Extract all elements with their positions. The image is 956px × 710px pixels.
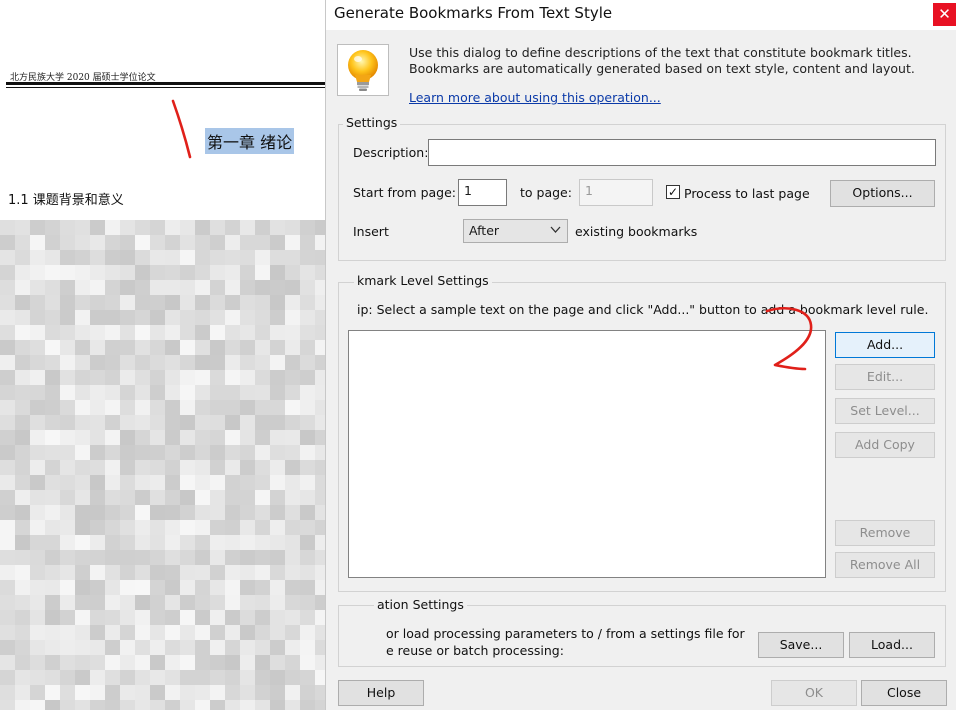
set-level-button[interactable]: Set Level... bbox=[835, 398, 935, 424]
process-last-page-label[interactable]: Process to last page bbox=[684, 186, 810, 201]
start-page-input[interactable]: 1 bbox=[458, 179, 507, 206]
generate-bookmarks-dialog: Generate Bookmarks From Text Style ✕ Use… bbox=[325, 0, 956, 710]
annotation-mark-1 bbox=[171, 99, 192, 159]
header-rule-thin bbox=[6, 87, 326, 88]
configuration-text-2: e reuse or batch processing: bbox=[386, 643, 564, 658]
blurred-body-text bbox=[0, 220, 330, 710]
add-copy-button[interactable]: Add Copy bbox=[835, 432, 935, 458]
save-settings-button[interactable]: Save... bbox=[758, 632, 844, 658]
bookmark-rules-list[interactable] bbox=[348, 330, 826, 578]
help-button[interactable]: Help bbox=[338, 680, 424, 706]
process-last-page-checkbox[interactable]: ✓ bbox=[666, 185, 680, 199]
document-page: 北方民族大学 2020 届硕士学位论文 第一章 绪论 1.1 课题背景和意义 bbox=[0, 0, 330, 710]
insert-suffix-label: existing bookmarks bbox=[575, 224, 698, 239]
close-button[interactable]: Close bbox=[861, 680, 947, 706]
insert-label: Insert bbox=[353, 224, 389, 239]
remove-button[interactable]: Remove bbox=[835, 520, 935, 546]
add-button[interactable]: Add... bbox=[835, 332, 935, 358]
ok-button[interactable]: OK bbox=[771, 680, 857, 706]
lightbulb-icon bbox=[337, 44, 389, 96]
load-settings-button[interactable]: Load... bbox=[849, 632, 935, 658]
intro-text: Use this dialog to define descriptions o… bbox=[409, 45, 915, 76]
configuration-text-1: or load processing parameters to / from … bbox=[386, 626, 745, 641]
edit-button[interactable]: Edit... bbox=[835, 364, 935, 390]
close-icon[interactable]: ✕ bbox=[933, 3, 956, 26]
insert-position-value: After bbox=[469, 223, 500, 238]
description-label: Description: bbox=[353, 145, 429, 160]
configuration-group-title: ation Settings bbox=[374, 597, 467, 612]
tip-text: ip: Select a sample text on the page and… bbox=[357, 302, 929, 317]
chapter-heading-selected[interactable]: 第一章 绪论 bbox=[205, 128, 295, 154]
bookmark-level-group-title: kmark Level Settings bbox=[354, 273, 492, 288]
insert-position-select[interactable]: After bbox=[463, 219, 568, 243]
description-input[interactable] bbox=[428, 139, 936, 166]
title-bar: Generate Bookmarks From Text Style ✕ bbox=[326, 0, 956, 30]
annotation-mark-2 bbox=[765, 307, 813, 371]
start-page-label: Start from page: bbox=[353, 185, 457, 200]
dialog-title: Generate Bookmarks From Text Style bbox=[334, 4, 613, 22]
header-rule-thick bbox=[6, 82, 326, 85]
learn-more-link[interactable]: Learn more about using this operation... bbox=[409, 90, 661, 105]
options-button[interactable]: Options... bbox=[830, 180, 935, 207]
to-page-label: to page: bbox=[520, 185, 572, 200]
chevron-down-icon bbox=[550, 226, 561, 233]
settings-group-title: Settings bbox=[343, 115, 401, 130]
section-heading[interactable]: 1.1 课题背景和意义 bbox=[8, 189, 124, 208]
remove-all-button[interactable]: Remove All bbox=[835, 552, 935, 578]
to-page-input[interactable]: 1 bbox=[579, 179, 653, 206]
